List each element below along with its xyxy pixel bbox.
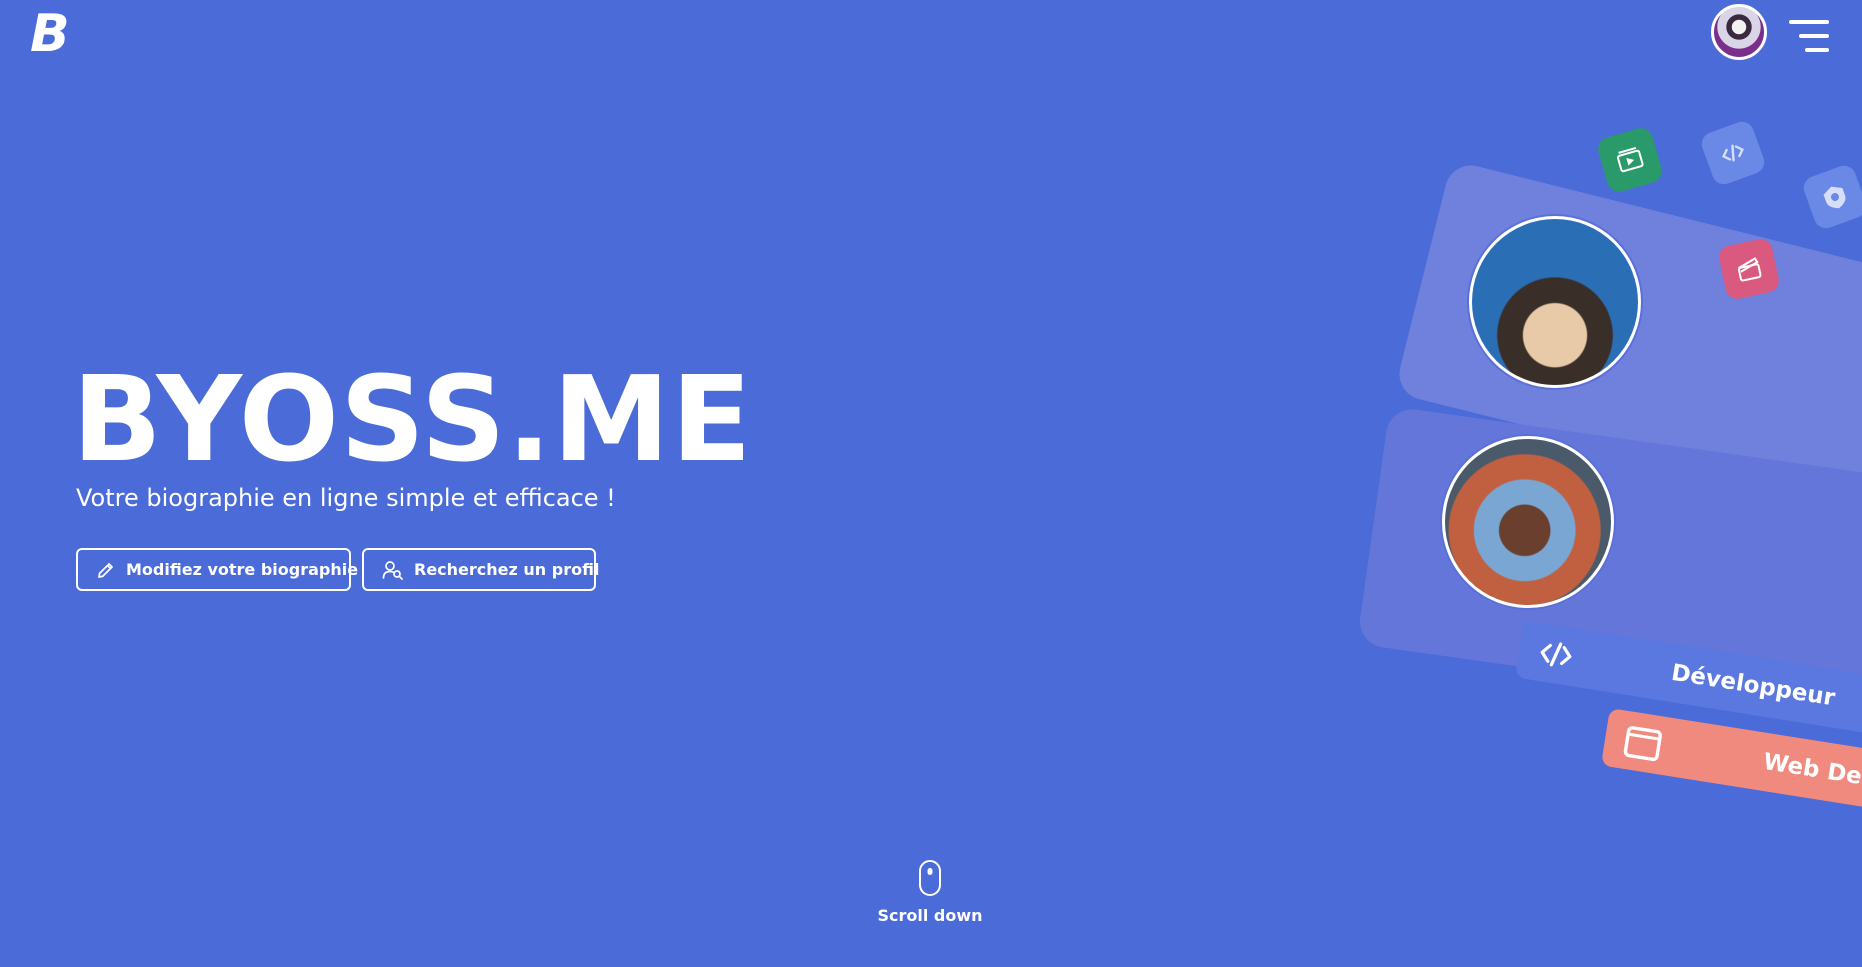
user-search-icon bbox=[382, 560, 403, 580]
clapper-chip bbox=[1716, 236, 1782, 302]
edit-biography-button[interactable]: Modifiez votre biographie bbox=[76, 548, 358, 591]
tag-developpeur-label: Développeur bbox=[1669, 659, 1837, 712]
code-icon bbox=[1722, 144, 1744, 162]
profile-photo-woman bbox=[1442, 436, 1614, 608]
hero-subtitle: Votre biographie en ligne simple et effi… bbox=[76, 484, 616, 512]
badge-icon bbox=[1823, 186, 1846, 209]
profile-photo-man bbox=[1469, 216, 1641, 388]
clapper-icon bbox=[1737, 257, 1762, 282]
window-icon bbox=[1623, 726, 1662, 762]
code-icon bbox=[1540, 642, 1572, 667]
mouse-icon bbox=[919, 860, 941, 896]
scroll-down-indicator[interactable]: Scroll down bbox=[860, 860, 1000, 925]
search-profile-label: Recherchez un profil bbox=[414, 560, 600, 579]
tag-web-dev-label: Web De bbox=[1761, 748, 1862, 791]
badge-chip bbox=[1800, 162, 1862, 232]
video-icon bbox=[1616, 146, 1644, 173]
hero-title: BYOSS.ME bbox=[72, 350, 753, 488]
code-chip bbox=[1698, 118, 1768, 188]
search-profile-button[interactable]: Recherchez un profil bbox=[362, 548, 600, 591]
video-chip bbox=[1595, 125, 1665, 195]
pencil-icon bbox=[98, 562, 113, 578]
site-logo[interactable]: B bbox=[30, 8, 70, 60]
hero-illustration: Développeur Web De bbox=[1322, 0, 1862, 967]
edit-biography-label: Modifiez votre biographie bbox=[126, 560, 359, 579]
scroll-down-label: Scroll down bbox=[877, 906, 983, 925]
